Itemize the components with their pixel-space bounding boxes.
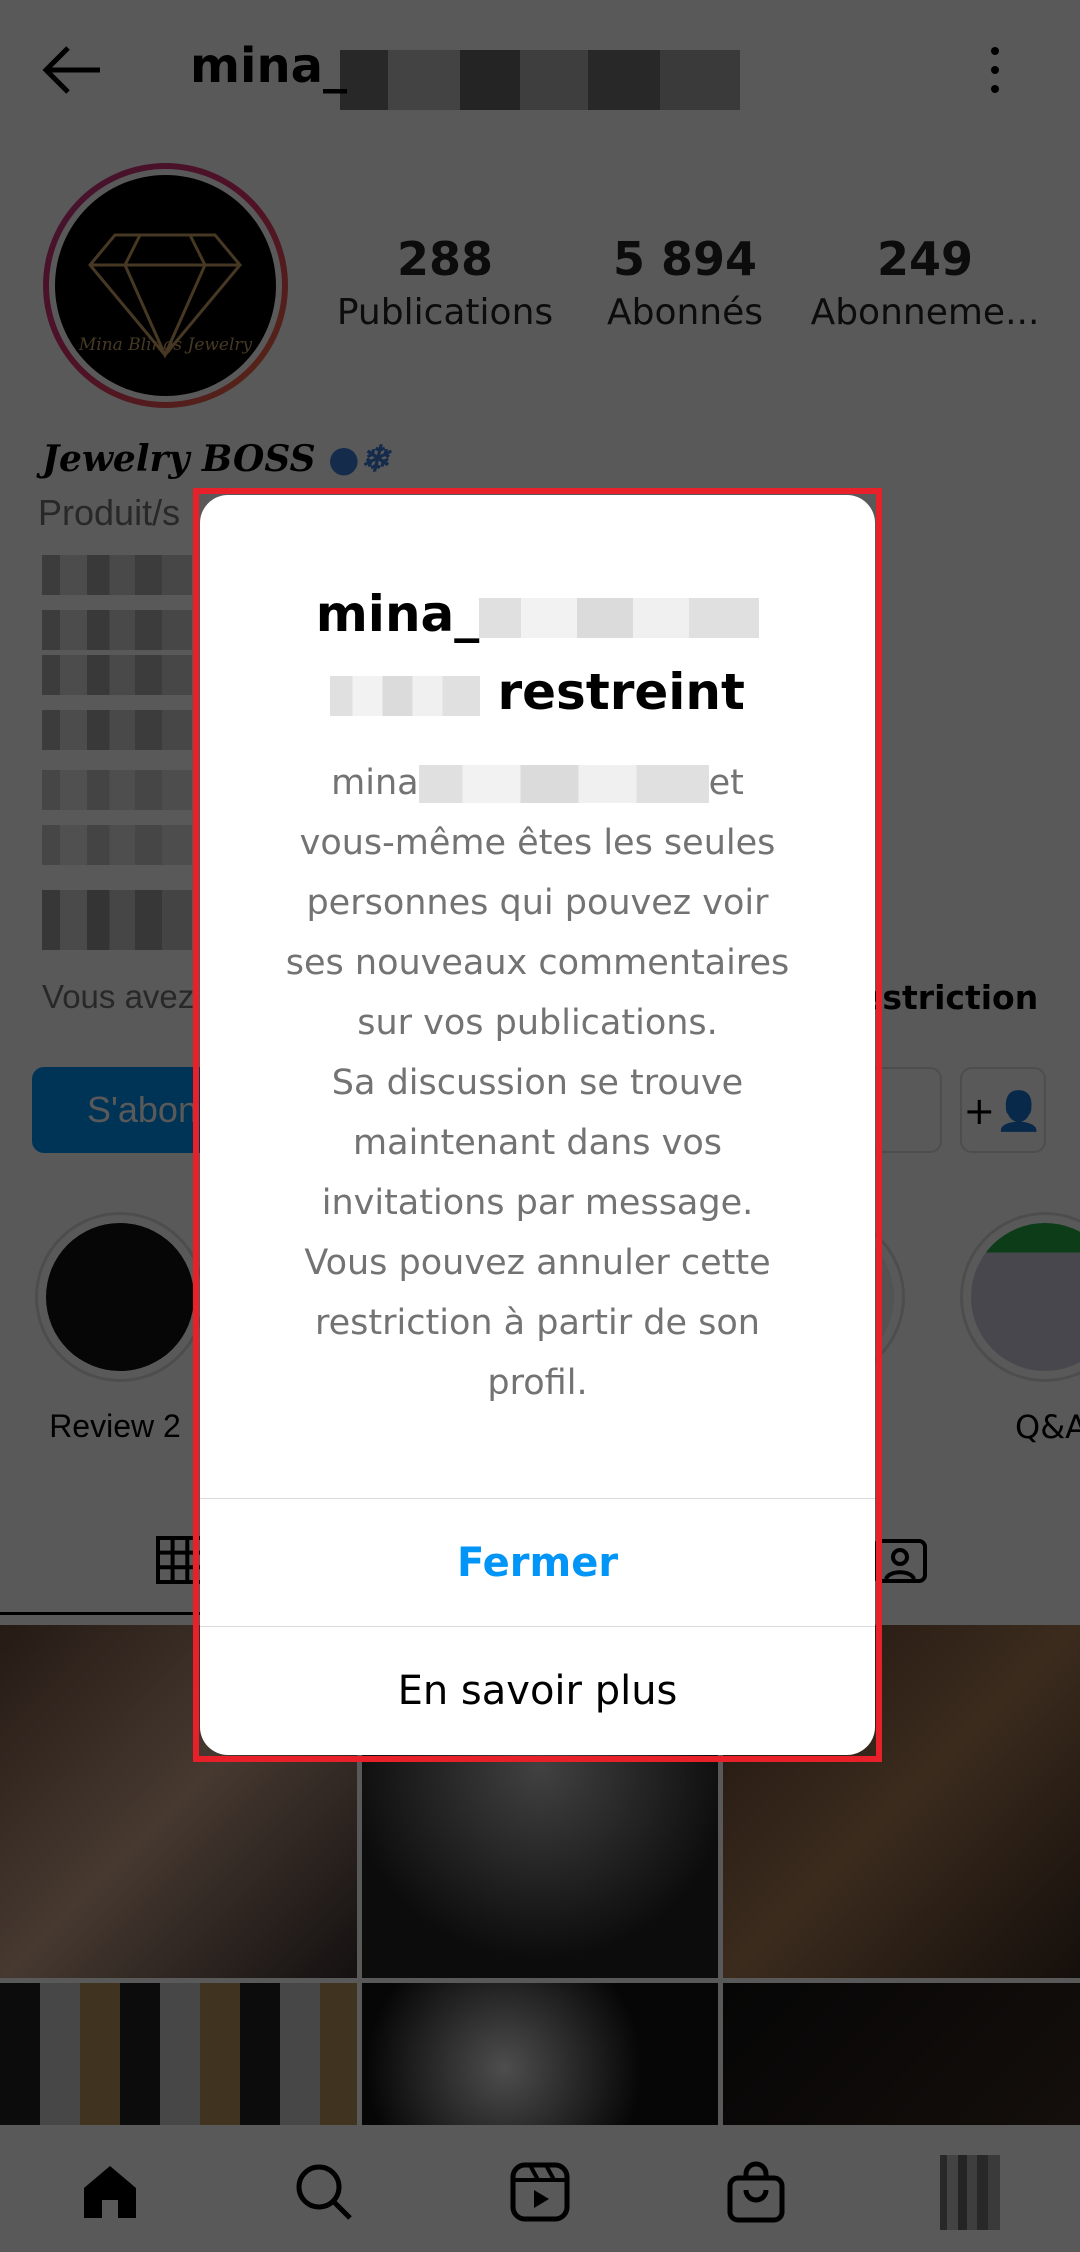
learn-more-button[interactable]: En savoir plus: [200, 1626, 875, 1754]
blurred-username: [340, 50, 740, 110]
dialog-body: mina et vous-même êtes les seules personn…: [285, 763, 790, 1403]
restriction-link[interactable]: estriction: [860, 978, 1038, 1017]
arrow-left-icon: [42, 46, 100, 94]
highlight-label: Q&A: [1015, 1408, 1080, 1446]
search-icon[interactable]: [292, 2160, 356, 2224]
stat-followers[interactable]: 5 894 Abonnés: [565, 232, 805, 333]
post-thumbnail[interactable]: [723, 1983, 1080, 2125]
grid-icon: [156, 1536, 204, 1584]
restrict-confirmation-dialog: mina_ restreint mina et vous-même êtes le…: [200, 495, 875, 1755]
blurred-bio: [42, 710, 192, 750]
post-thumbnail[interactable]: [362, 1983, 718, 2125]
blurred-bio: [42, 770, 192, 810]
stat-label: Publications: [336, 292, 554, 333]
dialog-title: restreint: [200, 653, 875, 731]
blurred-mutual-avatar: [42, 890, 192, 950]
stat-label: Abonnés: [606, 292, 764, 333]
close-button[interactable]: Fermer: [200, 1498, 875, 1626]
profile-username: mina_: [190, 38, 348, 94]
dialog-title: mina_: [200, 575, 875, 653]
stat-value: 249: [876, 232, 974, 286]
home-icon[interactable]: [78, 2160, 142, 2224]
mutual-followers-text[interactable]: Vous avez: [42, 978, 194, 1016]
diamond-logo-icon: [88, 233, 242, 359]
reels-icon[interactable]: [508, 2160, 572, 2224]
highlight-review[interactable]: [35, 1212, 205, 1382]
post-thumbnail[interactable]: [0, 1983, 357, 2125]
blurred-bio: [42, 655, 192, 695]
more-options-button[interactable]: [985, 45, 1005, 95]
shop-icon[interactable]: [724, 2160, 788, 2224]
stat-posts[interactable]: 288 Publications: [325, 232, 565, 333]
stat-label: Abonneme...: [810, 292, 1040, 333]
avatar[interactable]: Mina Blings Jewelry: [43, 163, 288, 408]
stat-value: 5 894: [612, 232, 758, 286]
suggested-users-button[interactable]: +👤: [960, 1067, 1046, 1153]
profile-category: Produit/s: [38, 492, 181, 533]
stat-value: 288: [396, 232, 494, 286]
blurred-bio: [42, 825, 192, 865]
blurred-bio: [42, 610, 192, 650]
profile-avatar[interactable]: [940, 2155, 1000, 2230]
stat-following[interactable]: 249 Abonneme...: [805, 232, 1045, 333]
highlight-qa[interactable]: [960, 1212, 1080, 1382]
kebab-icon: [991, 47, 999, 93]
back-button[interactable]: [40, 45, 104, 95]
emoji-icon: ●❄: [328, 438, 390, 480]
blurred-bio: [42, 555, 192, 595]
add-person-icon: +👤: [963, 1089, 1043, 1133]
highlight-label: Review 2: [49, 1408, 181, 1444]
avatar-logo-text: Mina Blings Jewelry: [78, 335, 253, 355]
tagged-person-icon: [873, 1539, 927, 1583]
profile-name: Jewelry BOSS ●❄: [42, 438, 390, 480]
